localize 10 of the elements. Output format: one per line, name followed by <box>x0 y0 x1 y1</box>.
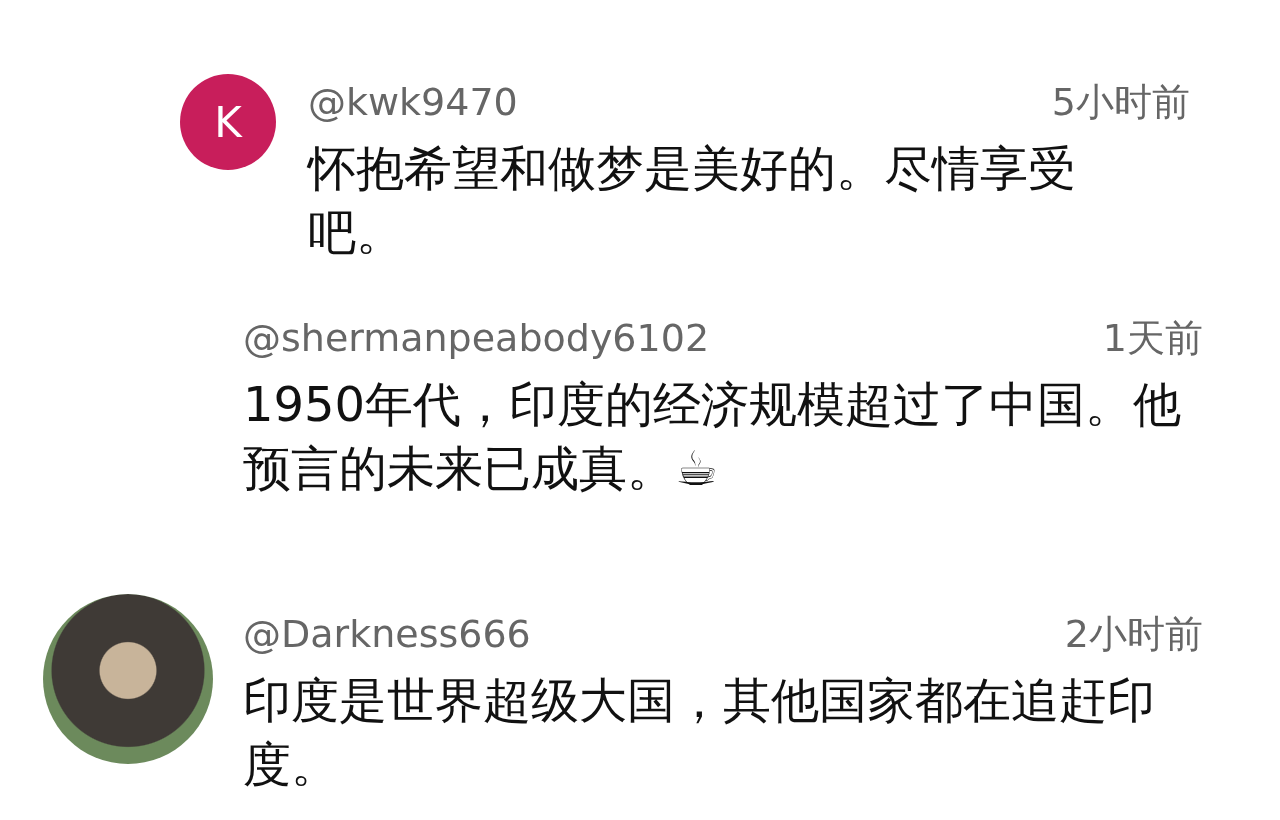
username[interactable]: @shermanpeabody6102 <box>243 316 710 360</box>
username[interactable]: @Darkness666 <box>243 612 531 656</box>
timestamp: 5小时前 <box>1051 78 1190 126</box>
timestamp: 2小时前 <box>1064 610 1203 658</box>
comment-text: 怀抱希望和做梦是美好的。尽情享受吧。 <box>308 140 1076 260</box>
comment-text: 1950年代，印度的经济规模超过了中国。他预言的未来已成真。☕ <box>243 376 1182 496</box>
timestamp: 1天前 <box>1102 314 1203 362</box>
comment-text: 印度是世界超级大国，其他国家都在追赶印度。 <box>243 672 1155 792</box>
user-avatar[interactable]: K <box>180 74 276 170</box>
username[interactable]: @kwk9470 <box>308 80 518 124</box>
